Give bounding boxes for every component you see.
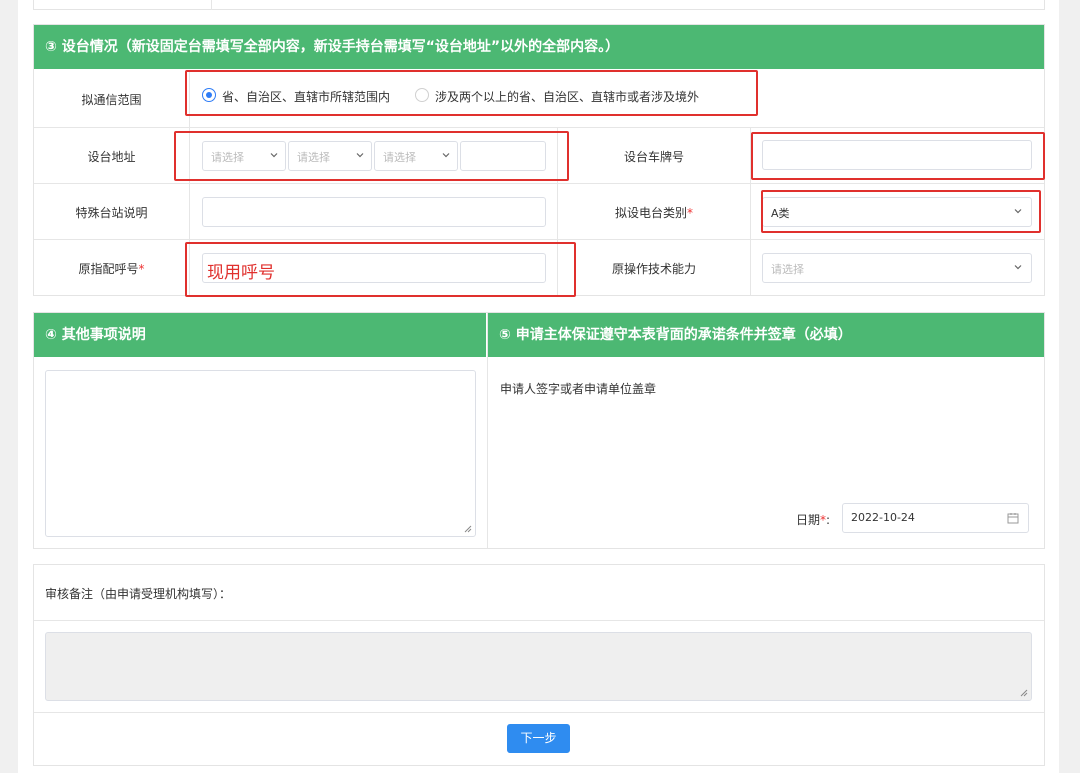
row-divider	[34, 239, 1044, 240]
section4-5-divider	[487, 313, 488, 548]
callsign-label-text: 原指配呼号	[78, 262, 139, 276]
next-step-button[interactable]: 下一步	[507, 724, 570, 753]
ability-select[interactable]: 请选择	[762, 253, 1032, 283]
resize-handle-icon[interactable]	[464, 525, 472, 533]
callsign-label: 原指配呼号*	[34, 260, 189, 277]
row-divider	[34, 127, 1044, 128]
date-value: 2022-10-24	[851, 511, 915, 524]
form-page: ③ 设台情况（新设固定台需填写全部内容，新设手持台需填写“设台地址”以外的全部内…	[18, 0, 1059, 773]
date-label: 日期*:	[796, 513, 831, 527]
date-picker-input[interactable]: 2022-10-24	[842, 503, 1029, 533]
plate-label: 设台车牌号	[623, 150, 684, 164]
required-mark: *	[820, 513, 827, 527]
special-station-input[interactable]	[202, 197, 546, 227]
date-label-text: 日期	[796, 513, 821, 527]
range-highlight-box	[185, 70, 758, 116]
ability-label: 原操作技术能力	[611, 262, 696, 276]
signature-instruction: 申请人签字或者申请单位盖章	[500, 382, 657, 396]
resize-handle-icon	[1020, 689, 1028, 697]
review-label: 审核备注（由申请受理机构填写）：	[45, 587, 232, 601]
callsign-highlight-box	[185, 242, 576, 297]
required-mark: *	[687, 206, 693, 220]
chevron-down-icon	[1013, 262, 1023, 272]
other-matters-textarea[interactable]	[45, 370, 476, 537]
address-highlight-box	[174, 131, 569, 181]
review-footer-divider	[34, 712, 1044, 713]
section4-title: ④ 其他事项说明	[34, 313, 486, 357]
range-label: 拟通信范围	[81, 93, 142, 107]
required-mark: *	[138, 262, 145, 276]
review-remarks-textarea	[45, 632, 1032, 701]
row-divider	[34, 183, 1044, 184]
category-highlight-box	[761, 190, 1041, 233]
category-label-text: 拟设电台类别	[614, 206, 687, 220]
ability-placeholder: 请选择	[771, 263, 804, 276]
previous-section-remnant	[33, 0, 1045, 10]
section5-title: ⑤ 申请主体保证遵守本表背面的承诺条件并签章（必填）	[488, 313, 1044, 357]
plate-highlight-box	[751, 132, 1045, 180]
section3-title: ③ 设台情况（新设固定台需填写全部内容，新设手持台需填写“设台地址”以外的全部内…	[34, 25, 1044, 69]
review-divider	[34, 620, 1044, 621]
previous-section-divider	[211, 0, 212, 10]
address-label: 设台地址	[87, 150, 136, 164]
calendar-icon[interactable]	[1007, 512, 1019, 527]
category-label: 拟设电台类别*	[558, 204, 750, 221]
special-station-label: 特殊台站说明	[75, 206, 148, 220]
